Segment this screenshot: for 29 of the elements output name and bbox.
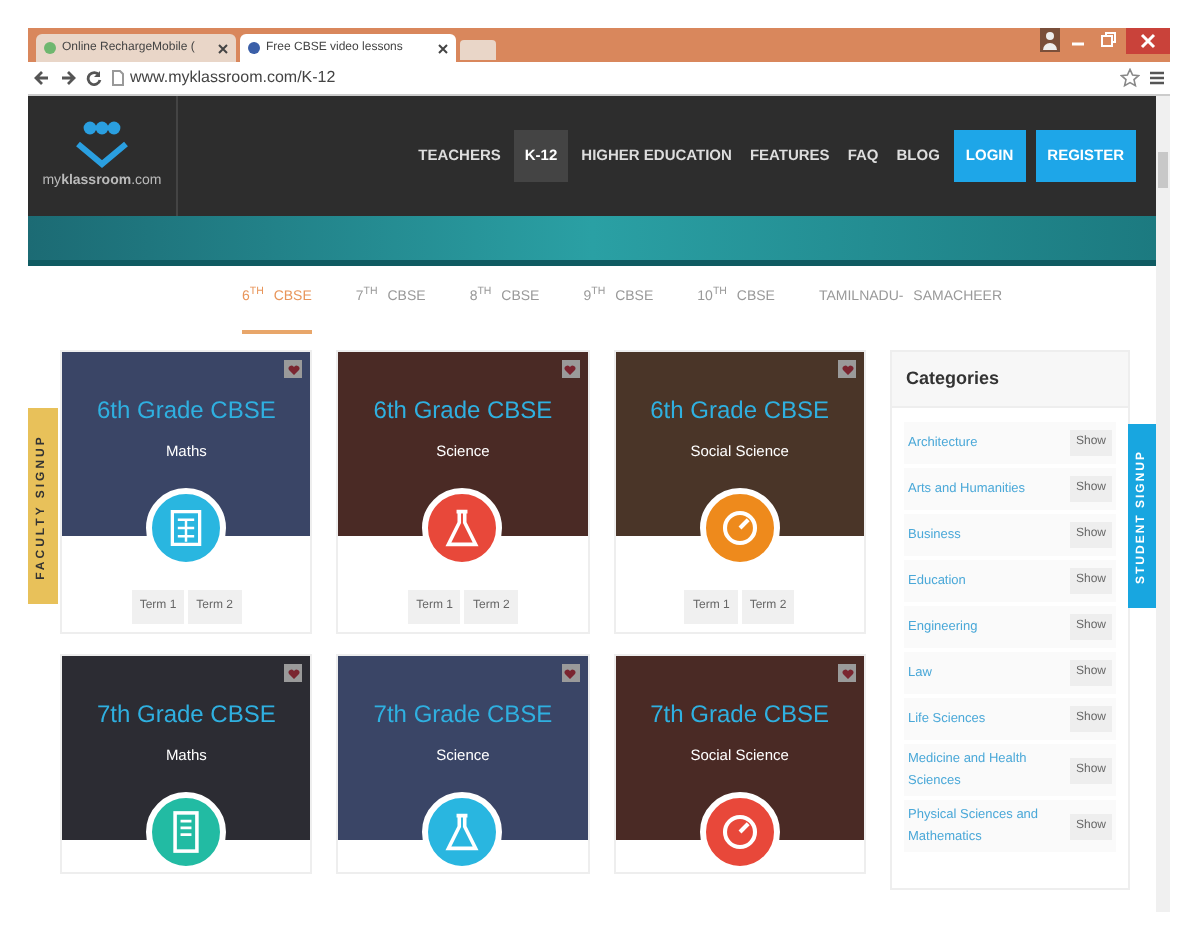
back-icon[interactable]	[34, 70, 50, 86]
course-title: 6th Grade CBSE	[650, 394, 830, 428]
heart-icon[interactable]	[838, 664, 856, 682]
favicon-icon	[44, 42, 56, 54]
address-field[interactable]: www.myklassroom.com/K-12	[112, 66, 1110, 90]
heart-icon[interactable]	[561, 360, 580, 378]
course-title: 7th Grade CBSE	[373, 698, 553, 732]
panel-title: Categories	[892, 352, 1128, 408]
heart-icon[interactable]	[284, 360, 303, 378]
course-title: 7th Grade CBSE	[650, 698, 830, 732]
user-icon[interactable]	[1040, 28, 1060, 52]
close-icon[interactable]	[438, 43, 448, 53]
course-title: 6th Grade CBSE	[373, 394, 553, 428]
course-title: 6th Grade CBSE	[96, 394, 276, 428]
heart-icon[interactable]	[284, 664, 303, 682]
logo-icon[interactable]	[74, 119, 130, 168]
heart-icon[interactable]	[561, 664, 580, 682]
reload-icon[interactable]	[86, 70, 102, 86]
restore-icon[interactable]	[1096, 28, 1120, 52]
heart-icon[interactable]	[838, 360, 856, 378]
close-icon[interactable]	[218, 43, 228, 53]
star-icon[interactable]	[1120, 68, 1140, 88]
page-icon	[112, 70, 124, 86]
course-title: 7th Grade CBSE	[96, 698, 276, 732]
forward-icon[interactable]	[60, 70, 76, 86]
close-icon[interactable]	[1126, 28, 1170, 54]
favicon-icon	[248, 42, 260, 54]
scrollbar[interactable]	[1156, 96, 1170, 912]
menu-icon[interactable]	[1150, 70, 1164, 86]
